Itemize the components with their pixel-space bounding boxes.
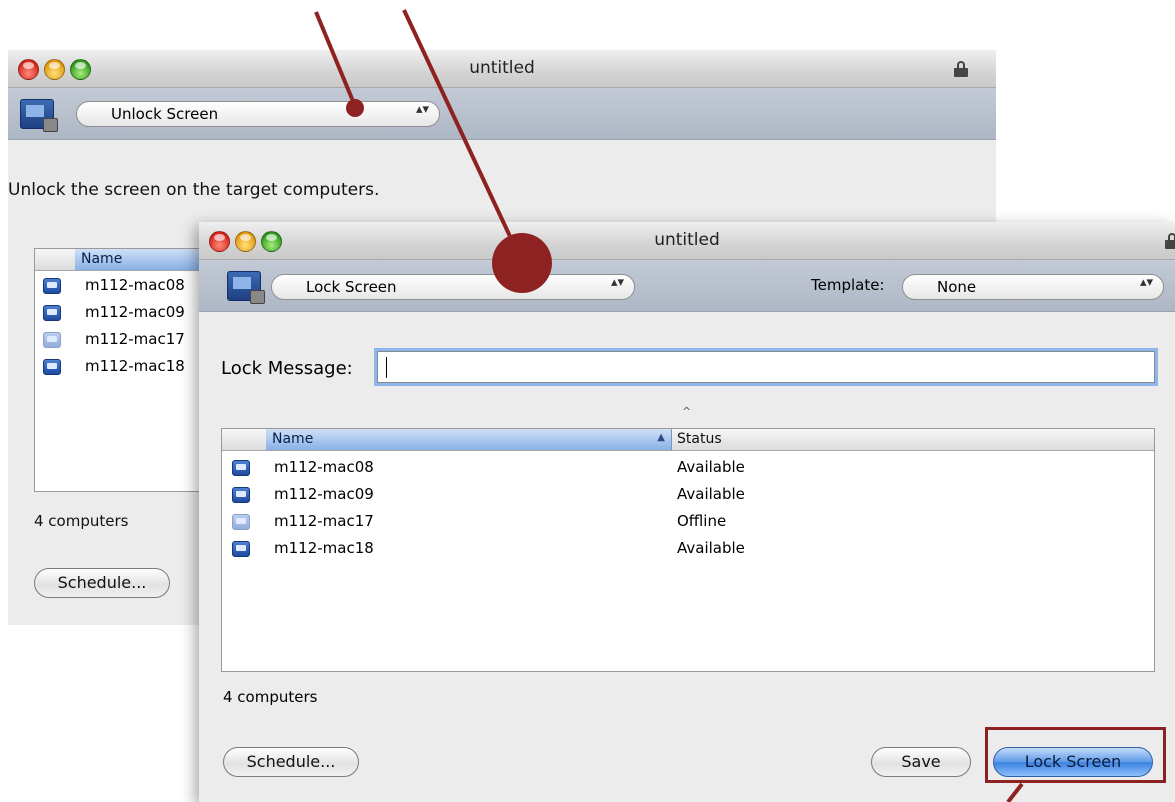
annotation-line <box>402 9 524 263</box>
annotation-line <box>314 11 357 107</box>
annotation-dot <box>492 233 552 293</box>
lock-button-highlight <box>985 727 1166 783</box>
annotation-dot <box>346 99 364 117</box>
annotation-overlay <box>314 9 1024 802</box>
annotation-line <box>1006 782 1024 802</box>
